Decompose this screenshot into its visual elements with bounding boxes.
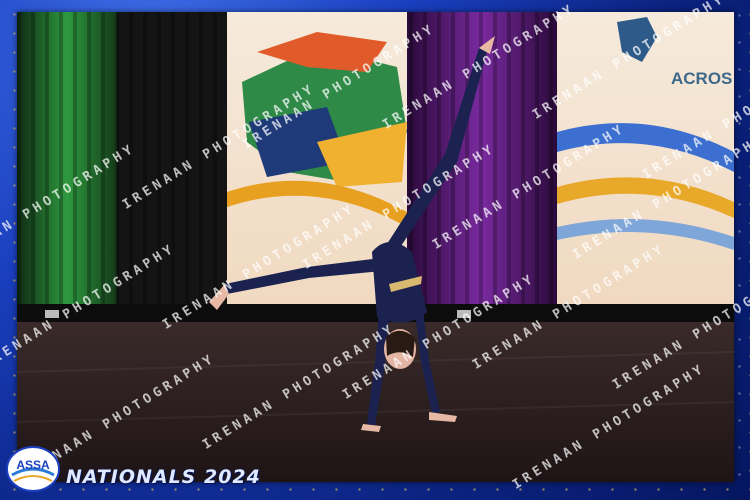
event-title: NATIONALS 2024 — [66, 466, 261, 488]
assa-logo: ASSA — [4, 441, 62, 495]
logo-text: ASSA — [16, 458, 50, 472]
event-photo: ACROS — [17, 12, 734, 482]
photo-frame: ACROS IRENAAN PHOTOGRAPHY IRENAAN PHOTOG… — [0, 0, 750, 500]
stage-scene: ACROS — [17, 12, 734, 482]
banner-text: ACROS — [671, 69, 732, 88]
